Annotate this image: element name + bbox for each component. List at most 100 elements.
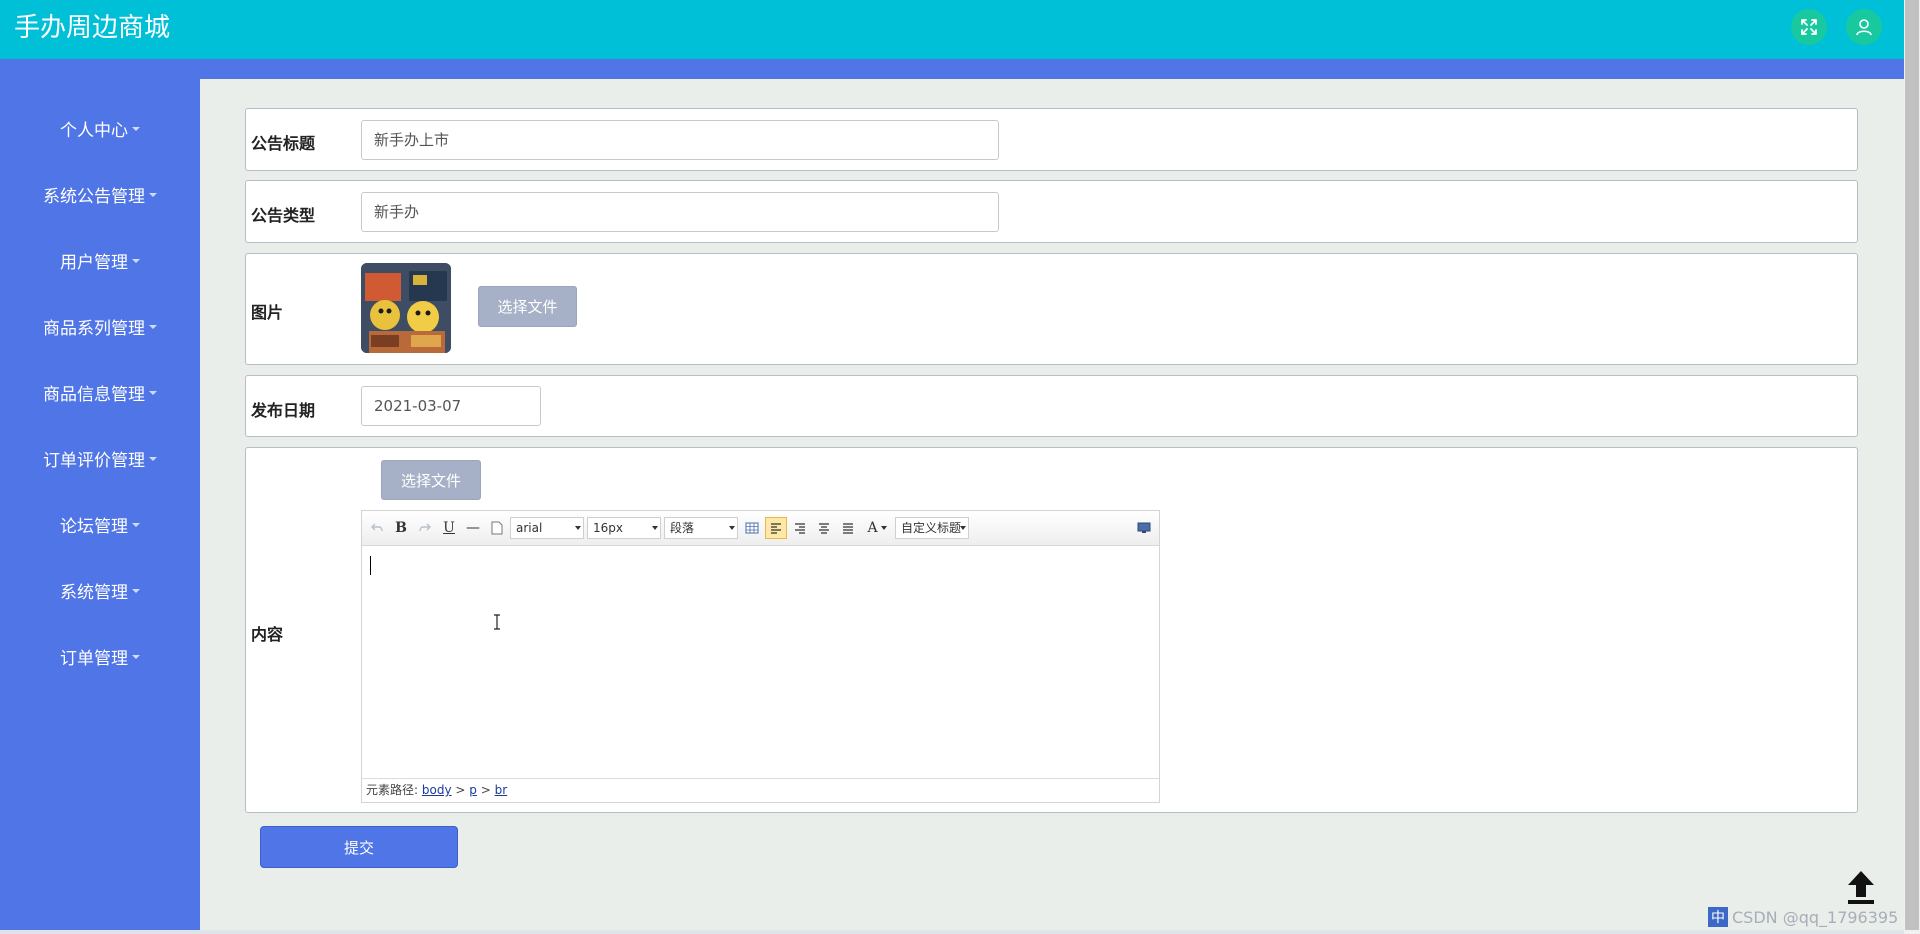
sidebar: 个人中心 系统公告管理 用户管理 商品系列管理 商品信息管理 订单评价管理 论坛… (0, 79, 200, 930)
sidebar-item-personal-center[interactable]: 个人中心 (0, 108, 200, 148)
type-label: 公告类型 (251, 206, 316, 225)
redo-icon (419, 523, 431, 532)
caret-down-icon (132, 127, 140, 131)
paste-button[interactable] (489, 517, 505, 539)
title-row: 公告标题 新手办上市 (245, 108, 1858, 171)
underline-button[interactable]: U (441, 517, 457, 539)
html-source-button[interactable] (1135, 517, 1153, 539)
page-icon (491, 521, 503, 535)
sidebar-item-label: 订单管理 (60, 648, 128, 669)
element-path-br[interactable]: br (495, 783, 508, 797)
dropdown-arrow-icon (960, 526, 966, 530)
caret-down-icon (132, 655, 140, 659)
system-tray: 中 CSDN @qq_1796395 (1708, 904, 1904, 930)
editor-content-area[interactable] (362, 546, 1159, 778)
type-row: 公告类型 新手办 (245, 180, 1858, 243)
undo-button[interactable] (369, 517, 385, 539)
user-icon (1856, 19, 1872, 36)
sidebar-item-users[interactable]: 用户管理 (0, 240, 200, 280)
content-row: 内容 选择文件 B U — arial 16px 段落 A 自定义标题 元素路径… (245, 447, 1858, 813)
align-right-button[interactable] (791, 517, 809, 539)
image-label: 图片 (251, 303, 284, 322)
align-left-icon (771, 523, 781, 534)
caret-down-icon (132, 259, 140, 263)
image-choose-file-button[interactable]: 选择文件 (478, 286, 577, 327)
align-right-icon (795, 523, 805, 534)
caret-down-icon (132, 523, 140, 527)
horizontal-rule-button[interactable]: — (465, 517, 481, 539)
align-left-button[interactable] (765, 517, 787, 539)
custom-title-select[interactable]: 自定义标题 (895, 517, 969, 539)
date-input[interactable]: 2021-03-07 (361, 386, 541, 426)
sidebar-item-product-series[interactable]: 商品系列管理 (0, 306, 200, 346)
back-to-top-icon[interactable] (1846, 869, 1876, 905)
sidebar-item-label: 论坛管理 (60, 516, 128, 537)
sidebar-item-announcements[interactable]: 系统公告管理 (0, 174, 200, 214)
font-size-select[interactable]: 16px (587, 517, 661, 539)
content-choose-file-button[interactable]: 选择文件 (381, 460, 481, 500)
element-path-p[interactable]: p (469, 783, 477, 797)
sidebar-item-label: 系统公告管理 (43, 186, 145, 207)
element-path-bar: 元素路径: body > p > br (362, 778, 1159, 802)
type-input[interactable]: 新手办 (361, 192, 999, 232)
image-thumbnail[interactable] (361, 263, 451, 353)
dropdown-arrow-icon (575, 526, 581, 530)
font-color-letter: A (867, 520, 878, 536)
sidebar-item-system[interactable]: 系统管理 (0, 570, 200, 610)
caret-down-icon (149, 391, 157, 395)
header-underline (0, 59, 1904, 79)
image-row: 图片 选择文件 (245, 253, 1858, 365)
watermark-text: CSDN @qq_1796395 (1732, 907, 1899, 927)
element-path-separator: > (455, 783, 466, 797)
align-justify-button[interactable] (839, 517, 857, 539)
caret-down-icon (132, 589, 140, 593)
sidebar-item-label: 个人中心 (60, 120, 128, 141)
font-family-select[interactable]: arial (510, 517, 584, 539)
paragraph-value: 段落 (670, 521, 695, 535)
undo-icon (371, 523, 383, 532)
insert-table-button[interactable] (743, 517, 761, 539)
dropdown-arrow-icon (729, 526, 735, 530)
monitor-icon (1137, 522, 1151, 533)
app-title: 手办周边商城 (14, 13, 171, 43)
expand-arrows-icon (1801, 19, 1817, 35)
element-path-separator: > (480, 783, 491, 797)
date-label: 发布日期 (251, 401, 316, 420)
sidebar-item-label: 商品信息管理 (43, 384, 145, 405)
content-label: 内容 (251, 625, 284, 644)
element-path-body[interactable]: body (422, 783, 452, 797)
align-center-button[interactable] (815, 517, 833, 539)
fullscreen-button[interactable] (1791, 9, 1827, 45)
submit-button[interactable]: 提交 (260, 826, 458, 868)
sidebar-item-forum[interactable]: 论坛管理 (0, 504, 200, 544)
text-caret (370, 556, 371, 575)
scrollbar-thumb[interactable] (1905, 0, 1919, 930)
date-row: 发布日期 2021-03-07 (245, 375, 1858, 437)
sidebar-item-label: 商品系列管理 (43, 318, 145, 339)
sidebar-item-product-info[interactable]: 商品信息管理 (0, 372, 200, 412)
caret-down-icon (149, 325, 157, 329)
editor-toolbar: B U — arial 16px 段落 A 自定义标题 (362, 511, 1159, 546)
ime-indicator[interactable]: 中 (1708, 907, 1728, 927)
caret-down-icon (149, 457, 157, 461)
font-color-button[interactable]: A (863, 517, 891, 539)
title-input[interactable]: 新手办上市 (361, 120, 999, 160)
custom-title-value: 自定义标题 (901, 521, 962, 535)
bold-button[interactable]: B (393, 517, 409, 539)
dropdown-arrow-icon (652, 526, 658, 530)
sidebar-item-label: 系统管理 (60, 582, 128, 603)
align-justify-icon (843, 523, 853, 534)
caret-down-icon (149, 193, 157, 197)
sidebar-item-label: 用户管理 (60, 252, 128, 273)
dropdown-arrow-icon (880, 526, 887, 530)
align-center-icon (819, 523, 829, 534)
paragraph-select[interactable]: 段落 (664, 517, 738, 539)
font-family-value: arial (516, 521, 543, 535)
redo-button[interactable] (417, 517, 433, 539)
i-beam-cursor-icon (494, 614, 500, 630)
user-menu-button[interactable] (1846, 9, 1882, 45)
sidebar-item-orders[interactable]: 订单管理 (0, 636, 200, 676)
sidebar-item-order-reviews[interactable]: 订单评价管理 (0, 438, 200, 478)
figure-photo-icon (361, 263, 451, 353)
element-path-label: 元素路径: (366, 783, 419, 797)
